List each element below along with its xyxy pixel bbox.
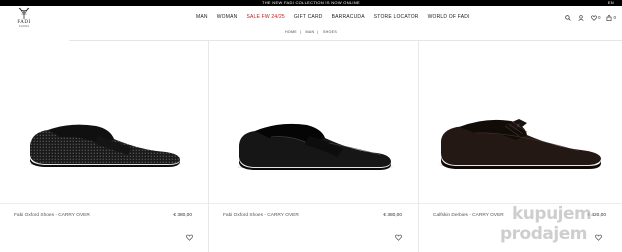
header-actions: 0 0 xyxy=(565,14,616,21)
watermark-line-2: prodajem xyxy=(500,224,587,244)
product-image[interactable] xyxy=(209,41,418,203)
breadcrumb-home[interactable]: HOME xyxy=(285,30,297,34)
wishlist-heart-icon[interactable] xyxy=(395,234,402,241)
product-image[interactable]: x xyxy=(419,41,622,203)
fadi-emblem-icon xyxy=(18,7,30,19)
product-card[interactable]: Fabi Oxford Shoes - CARRY OVER € 380,00 xyxy=(209,41,419,252)
breadcrumb: HOME | MAN | SHOES xyxy=(284,30,338,34)
wishlist-count: 0 xyxy=(597,15,601,20)
product-card[interactable]: Fabi Oxford Shoes - CARRY OVER € 380,00 xyxy=(0,41,209,252)
announcement-text: THE NEW FADI COLLECTION IS NOW ONLINE xyxy=(262,0,360,5)
watermark-line-1: kupujem xyxy=(512,204,592,224)
nav-item-sale[interactable]: SALE FW 24/25 xyxy=(246,14,284,20)
product-price: € 380,00 xyxy=(383,213,402,218)
bag-icon[interactable]: 0 xyxy=(606,14,616,21)
watermark: kupujem prodajem xyxy=(492,204,610,250)
nav-item-world-of-fadi[interactable]: WORLD OF FADI xyxy=(428,14,470,20)
heart-icon[interactable]: 0 xyxy=(590,14,601,21)
cart-count: 0 xyxy=(613,15,616,20)
card-divider xyxy=(209,203,418,204)
breadcrumb-shoes: SHOES xyxy=(322,30,338,34)
search-icon[interactable] xyxy=(565,14,572,21)
nav-item-woman[interactable]: WOMAN xyxy=(217,14,238,20)
product-title[interactable]: Fabi Oxford Shoes - CARRY OVER xyxy=(223,213,299,218)
nav-item-man[interactable]: MAN xyxy=(196,14,208,20)
svg-text:x: x xyxy=(517,123,520,129)
main-navigation: MAN WOMAN SALE FW 24/25 GIFT CARD BARRAC… xyxy=(196,14,479,20)
card-divider xyxy=(0,203,208,204)
breadcrumb-man[interactable]: MAN xyxy=(306,30,315,34)
user-icon[interactable] xyxy=(578,14,585,21)
nav-item-barracuda[interactable]: BARRACUDA xyxy=(332,14,365,20)
brand-tagline: SHOES xyxy=(18,25,30,28)
nav-item-gift-card[interactable]: GIFT CARD xyxy=(294,14,323,20)
nav-item-store-locator[interactable]: STORE LOCATOR xyxy=(374,14,419,20)
product-title[interactable]: Fabi Oxford Shoes - CARRY OVER xyxy=(14,213,90,218)
product-image[interactable] xyxy=(0,41,208,203)
wishlist-heart-icon[interactable] xyxy=(186,234,193,241)
product-price: € 380,00 xyxy=(173,213,192,218)
